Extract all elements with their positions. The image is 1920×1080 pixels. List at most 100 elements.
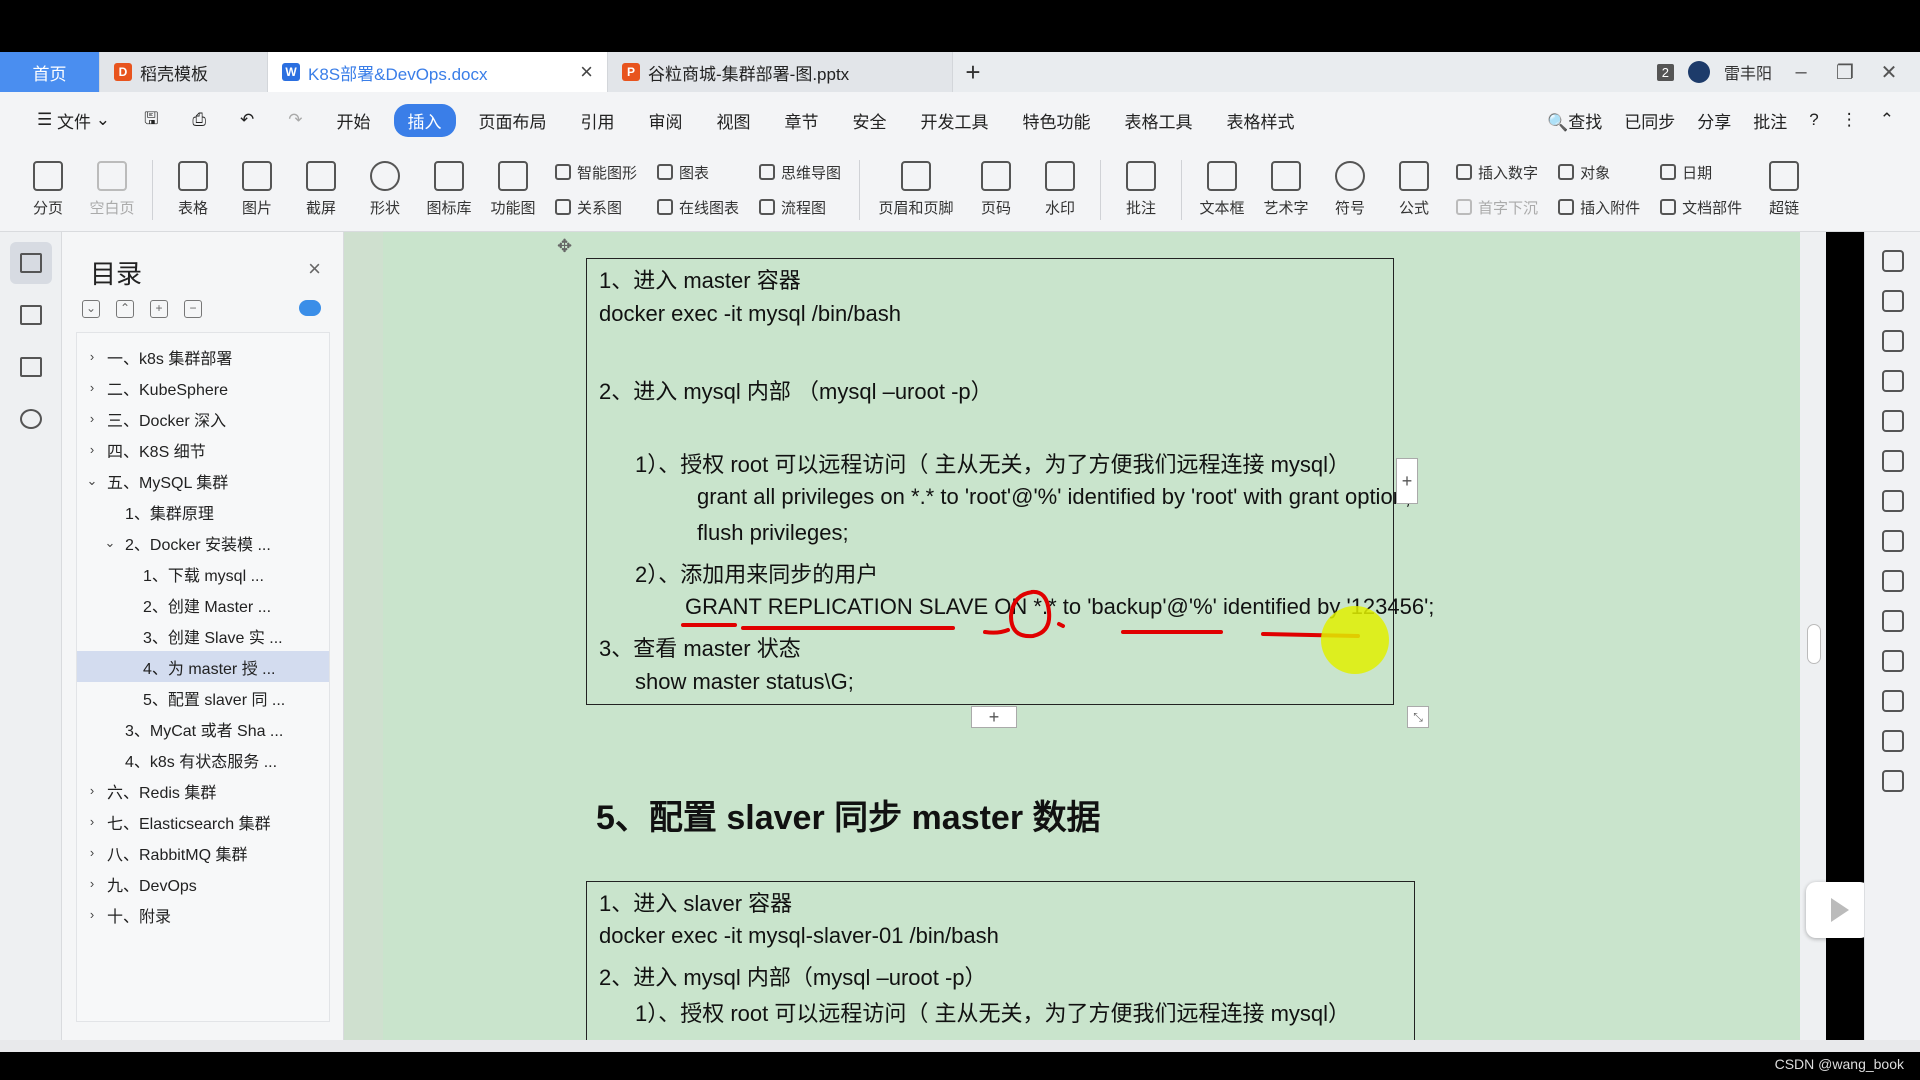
image-panel-icon[interactable] xyxy=(1881,610,1904,632)
annotate-button[interactable]: 批注 xyxy=(1753,108,1787,133)
wordart-button[interactable]: 艺术字 xyxy=(1254,161,1318,218)
print-icon[interactable]: ⎙ xyxy=(175,110,223,130)
shape-panel-icon[interactable] xyxy=(1881,370,1904,392)
docpart-button[interactable]: 文档部件 xyxy=(1660,197,1742,218)
toc-item[interactable]: 4、k8s 有状态服务 ... xyxy=(77,744,329,775)
formula-button[interactable]: 公式 xyxy=(1382,161,1446,218)
headerfooter-button[interactable]: 页眉和页脚 xyxy=(868,161,964,218)
chevron-icon[interactable]: › xyxy=(83,411,101,426)
pagebreak-button[interactable]: 分页 xyxy=(16,161,80,218)
new-tab-button[interactable]: + xyxy=(953,52,993,92)
menu-review[interactable]: 审阅 xyxy=(632,108,700,133)
select-icon[interactable] xyxy=(1881,290,1904,312)
tab-doc[interactable]: W K8S部署&DevOps.docx × xyxy=(268,52,608,92)
toc-item[interactable]: › 三、Docker 深入 xyxy=(77,403,329,434)
hyperlink-button[interactable]: 超链 xyxy=(1752,161,1816,218)
relation-button[interactable]: 关系图 xyxy=(555,197,637,218)
toc-item[interactable]: ⌄ 2、Docker 安装模 ... xyxy=(77,527,329,558)
tab-ppt[interactable]: P 谷粒商城-集群部署-图.pptx xyxy=(608,52,953,92)
dropcap-button[interactable]: 首字下沉 xyxy=(1456,197,1538,218)
file-menu[interactable]: ☰ 文件 ⌄ xyxy=(20,108,127,133)
resize-table-icon[interactable]: ⤡ xyxy=(1407,706,1429,728)
tab-home[interactable]: 首页 xyxy=(0,52,100,92)
code-table-2[interactable]: 1、进入 slaver 容器 docker exec -it mysql-sla… xyxy=(586,881,1415,1042)
menu-start[interactable]: 开始 xyxy=(320,108,388,133)
move-handle-icon[interactable]: ✥ xyxy=(557,236,572,257)
shape-button[interactable]: 形状 xyxy=(353,161,417,218)
menu-insert[interactable]: 插入 xyxy=(393,103,456,137)
toc-item[interactable]: 2、创建 Master ... xyxy=(77,589,329,620)
avatar[interactable] xyxy=(1687,61,1710,83)
undo-icon[interactable]: ↶ xyxy=(223,110,271,130)
grid-icon[interactable] xyxy=(1881,490,1904,512)
menu-reference[interactable]: 引用 xyxy=(564,108,632,133)
toc-item[interactable]: 1、集群原理 xyxy=(77,496,329,527)
toc-item[interactable]: › 四、K8S 细节 xyxy=(77,434,329,465)
remove-heading-icon[interactable]: − xyxy=(184,300,202,318)
style-icon[interactable] xyxy=(1881,330,1904,352)
restore-icon[interactable]: ❐ xyxy=(1830,60,1860,85)
watermark-button[interactable]: 水印 xyxy=(1028,161,1092,218)
bookmark-toggle[interactable] xyxy=(10,346,52,388)
menu-layout[interactable]: 页面布局 xyxy=(462,108,564,133)
menu-table-style[interactable]: 表格样式 xyxy=(1210,108,1312,133)
picture-button[interactable]: 图片 xyxy=(225,161,289,218)
window-count-badge[interactable]: 2 xyxy=(1656,63,1674,81)
toc-item[interactable]: › 十、附录 xyxy=(77,899,329,930)
toc-item[interactable]: 3、MyCat 或者 Sha ... xyxy=(77,713,329,744)
menu-view[interactable]: 视图 xyxy=(700,108,768,133)
chevron-icon[interactable]: › xyxy=(83,814,101,829)
table-panel-icon[interactable] xyxy=(1881,450,1904,472)
minimize-icon[interactable]: – xyxy=(1786,61,1816,84)
toc-item[interactable]: 5、配置 slaver 同 ... xyxy=(77,682,329,713)
play-icon[interactable] xyxy=(1806,882,1870,938)
toc-item[interactable]: › 一、k8s 集群部署 xyxy=(77,341,329,372)
comment-button[interactable]: 批注 xyxy=(1109,161,1173,218)
add-row-button[interactable]: + xyxy=(971,706,1017,728)
fill-icon[interactable] xyxy=(1881,410,1904,432)
share-button[interactable]: 分享 xyxy=(1697,108,1731,133)
toc-item[interactable]: › 九、DevOps xyxy=(77,868,329,899)
chevron-icon[interactable]: › xyxy=(83,442,101,457)
collapse-ribbon-icon[interactable]: ⌃ xyxy=(1880,110,1894,130)
settings-icon[interactable] xyxy=(1881,570,1904,592)
user-name[interactable]: 雷丰阳 xyxy=(1724,60,1772,84)
table-button[interactable]: 表格 xyxy=(161,161,225,218)
chevron-icon[interactable]: › xyxy=(83,349,101,364)
translate-icon[interactable] xyxy=(1881,690,1904,712)
chevron-icon[interactable]: › xyxy=(83,907,101,922)
outline-toggle[interactable] xyxy=(10,294,52,336)
mindmap-button[interactable]: 思维导图 xyxy=(759,162,841,183)
toc-item[interactable]: 4、为 master 授 ... xyxy=(77,651,329,682)
menu-devtools[interactable]: 开发工具 xyxy=(904,108,1006,133)
redo-icon[interactable]: ↷ xyxy=(271,110,319,130)
cloud-icon[interactable] xyxy=(299,300,321,316)
toc-item[interactable]: › 六、Redis 集群 xyxy=(77,775,329,806)
date-button[interactable]: 日期 xyxy=(1660,162,1742,183)
onlinechart-button[interactable]: 在线图表 xyxy=(657,197,739,218)
scroll-thumb[interactable] xyxy=(1807,624,1821,664)
toc-item[interactable]: 3、创建 Slave 实 ... xyxy=(77,620,329,651)
collapse-all-icon[interactable]: ⌃ xyxy=(116,300,134,318)
search-button[interactable]: 🔍查找 xyxy=(1547,108,1602,133)
funcchart-button[interactable]: 功能图 xyxy=(481,161,545,218)
screenshot-button[interactable]: 截屏 xyxy=(289,161,353,218)
photo-icon[interactable] xyxy=(1881,770,1904,792)
help-icon[interactable]: ? xyxy=(1809,110,1818,130)
find-toggle[interactable] xyxy=(10,398,52,440)
chevron-icon[interactable]: › xyxy=(83,380,101,395)
flowchart-button[interactable]: 流程图 xyxy=(759,197,841,218)
chevron-icon[interactable]: › xyxy=(83,876,101,891)
more-icon[interactable]: ⋮ xyxy=(1841,110,1858,130)
sync-button[interactable]: 已同步 xyxy=(1624,108,1675,133)
object-button[interactable]: 对象 xyxy=(1558,162,1640,183)
pagenum-button[interactable]: 页码 xyxy=(964,161,1028,218)
toc-item[interactable]: › 七、Elasticsearch 集群 xyxy=(77,806,329,837)
menu-features[interactable]: 特色功能 xyxy=(1006,108,1108,133)
blankpage-button[interactable]: 空白页 xyxy=(80,161,144,218)
chevron-icon[interactable]: › xyxy=(83,783,101,798)
toc-item[interactable]: › 二、KubeSphere xyxy=(77,372,329,403)
textbox-button[interactable]: 文本框 xyxy=(1190,161,1254,218)
insertnum-button[interactable]: 插入数字 xyxy=(1456,162,1538,183)
toc-item[interactable]: 1、下载 mysql ... xyxy=(77,558,329,589)
